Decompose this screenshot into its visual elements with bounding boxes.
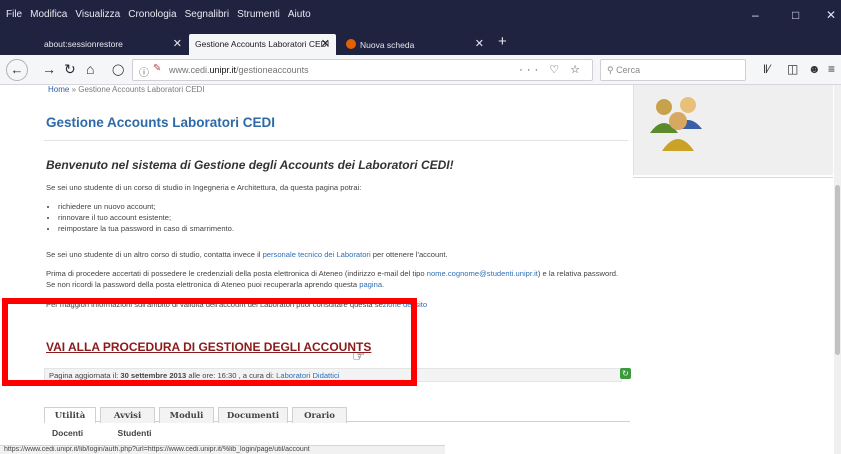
menu-bar: File Modifica Visualizza Cronologia Segn… bbox=[0, 0, 841, 31]
url-domain: unipr.it bbox=[209, 65, 237, 75]
sidebar-divider bbox=[633, 177, 833, 178]
tab-label: about:sessionrestore bbox=[44, 39, 123, 49]
forward-icon[interactable]: → bbox=[42, 61, 56, 77]
firefox-icon bbox=[346, 39, 356, 49]
menu-segnalibri[interactable]: Segnalibri bbox=[185, 9, 229, 20]
account-icon[interactable]: ☻ bbox=[808, 62, 821, 76]
back-icon[interactable]: ← bbox=[6, 59, 28, 81]
sub-tabs: Docenti Studenti bbox=[52, 428, 184, 438]
subtab-docenti[interactable]: Docenti bbox=[52, 428, 83, 438]
minimize-icon[interactable]: – bbox=[752, 8, 759, 22]
menu-modifica[interactable]: Modifica bbox=[30, 9, 67, 20]
recover-password-link[interactable]: pagina bbox=[359, 280, 382, 289]
list-item: rinnovare il tuo account esistente; bbox=[58, 212, 234, 223]
sidebar-icon[interactable]: ◫ bbox=[787, 62, 798, 76]
email-link[interactable]: nome.cognome@studenti.unipr.it bbox=[427, 269, 538, 278]
menu-cronologia[interactable]: Cronologia bbox=[128, 9, 176, 20]
menu-file[interactable]: File bbox=[6, 9, 22, 20]
options-list: richiedere un nuovo account; rinnovare i… bbox=[48, 201, 234, 234]
status-bar: https://www.cedi.unipr.it/lib/login/auth… bbox=[0, 445, 445, 454]
info-icon[interactable]: ⓘ bbox=[139, 64, 149, 79]
search-placeholder: Cerca bbox=[616, 65, 641, 75]
tab-nuova-scheda[interactable]: Nuova scheda ✕ bbox=[340, 34, 490, 55]
text-span: Se sei uno studente di un altro corso di… bbox=[46, 250, 263, 259]
reload-icon[interactable]: ↻ bbox=[64, 61, 76, 78]
menu-aiuto[interactable]: Aiuto bbox=[288, 9, 311, 20]
list-item: richiedere un nuovo account; bbox=[58, 201, 234, 212]
tab-orario[interactable]: Orario bbox=[292, 407, 347, 423]
close-tab-icon[interactable]: ✕ bbox=[475, 37, 484, 50]
maximize-icon[interactable]: □ bbox=[792, 8, 799, 22]
menu-icon[interactable]: ≡ bbox=[828, 62, 835, 76]
intro-text: Se sei uno studente di un corso di studi… bbox=[46, 183, 362, 192]
close-tab-icon[interactable]: ✕ bbox=[173, 37, 182, 50]
url-bar[interactable]: ⓘ ✎ www.cedi.unipr.it/gestioneaccounts ·… bbox=[132, 59, 593, 81]
breadcrumb-separator: » bbox=[69, 85, 79, 94]
menu-strumenti[interactable]: Strumenti bbox=[237, 9, 280, 20]
welcome-heading: Benvenuto nel sistema di Gestione degli … bbox=[46, 158, 454, 172]
subtab-studenti[interactable]: Studenti bbox=[118, 428, 152, 438]
list-item: reimpostare la tua password in caso di s… bbox=[58, 223, 234, 234]
tab-gestione-accounts[interactable]: Gestione Accounts Laboratori CEDI ✕ bbox=[189, 34, 336, 55]
close-tab-icon[interactable]: ✕ bbox=[321, 37, 330, 50]
breadcrumb-current: Gestione Accounts Laboratori CEDI bbox=[78, 85, 205, 94]
credentials-text: Prima di procedere accertati di posseder… bbox=[46, 268, 626, 290]
tab-documenti[interactable]: Documenti bbox=[218, 407, 288, 423]
users-icon bbox=[650, 97, 702, 151]
tab-sessionrestore[interactable]: about:sessionrestore ✕ bbox=[38, 34, 188, 55]
tab-utilita[interactable]: Utilità bbox=[44, 407, 96, 423]
home-icon[interactable]: ⌂ bbox=[86, 61, 94, 77]
search-input[interactable]: ⚲ Cerca bbox=[600, 59, 746, 81]
page-content: Home » Gestione Accounts Laboratori CEDI… bbox=[0, 85, 841, 454]
url-path: /gestioneaccounts bbox=[236, 65, 309, 75]
library-icon[interactable]: ‖⁄ bbox=[763, 62, 770, 76]
staff-link[interactable]: personale tecnico dei Laboratori bbox=[263, 250, 371, 259]
text-span: per ottenere l'account. bbox=[370, 250, 448, 259]
close-window-icon[interactable]: ✕ bbox=[826, 8, 836, 22]
scrollbar-thumb[interactable] bbox=[835, 185, 840, 355]
navigation-bar: ← → ↻ ⌂ ◯ ⓘ ✎ www.cedi.unipr.it/gestione… bbox=[0, 55, 841, 85]
menu-items: File Modifica Visualizza Cronologia Segn… bbox=[6, 9, 311, 20]
tab-label: Gestione Accounts Laboratori CEDI bbox=[195, 39, 330, 49]
menu-visualizza[interactable]: Visualizza bbox=[75, 9, 120, 20]
breadcrumb-home[interactable]: Home bbox=[48, 85, 69, 94]
page-actions-icon[interactable]: ··· ♡ ☆ bbox=[519, 63, 584, 76]
breadcrumb: Home » Gestione Accounts Laboratori CEDI bbox=[48, 85, 205, 94]
refresh-icon[interactable]: ↻ bbox=[620, 368, 631, 379]
page-tabs: Utilità Avvisi Moduli Documenti Orario bbox=[44, 407, 630, 423]
tab-strip: about:sessionrestore ✕ Gestione Accounts… bbox=[0, 31, 841, 55]
page-title: Gestione Accounts Laboratori CEDI bbox=[46, 115, 276, 130]
permissions-icon[interactable]: ✎ bbox=[153, 63, 161, 74]
tab-moduli[interactable]: Moduli bbox=[159, 407, 214, 423]
text-span: . bbox=[382, 280, 385, 289]
title-divider bbox=[44, 140, 628, 141]
highlight-box bbox=[2, 298, 417, 386]
new-tab-icon[interactable]: + bbox=[498, 33, 507, 50]
sidebar-box bbox=[633, 85, 833, 175]
search-icon: ⚲ bbox=[607, 65, 614, 75]
text-span: Prima di procedere accertati di posseder… bbox=[46, 269, 427, 278]
tab-avvisi[interactable]: Avvisi bbox=[100, 407, 155, 423]
tab-label: Nuova scheda bbox=[360, 40, 415, 50]
other-courses-text: Se sei uno studente di un altro corso di… bbox=[46, 249, 448, 260]
url-prefix: www.cedi. bbox=[169, 65, 210, 75]
shield-icon[interactable]: ◯ bbox=[112, 63, 124, 76]
